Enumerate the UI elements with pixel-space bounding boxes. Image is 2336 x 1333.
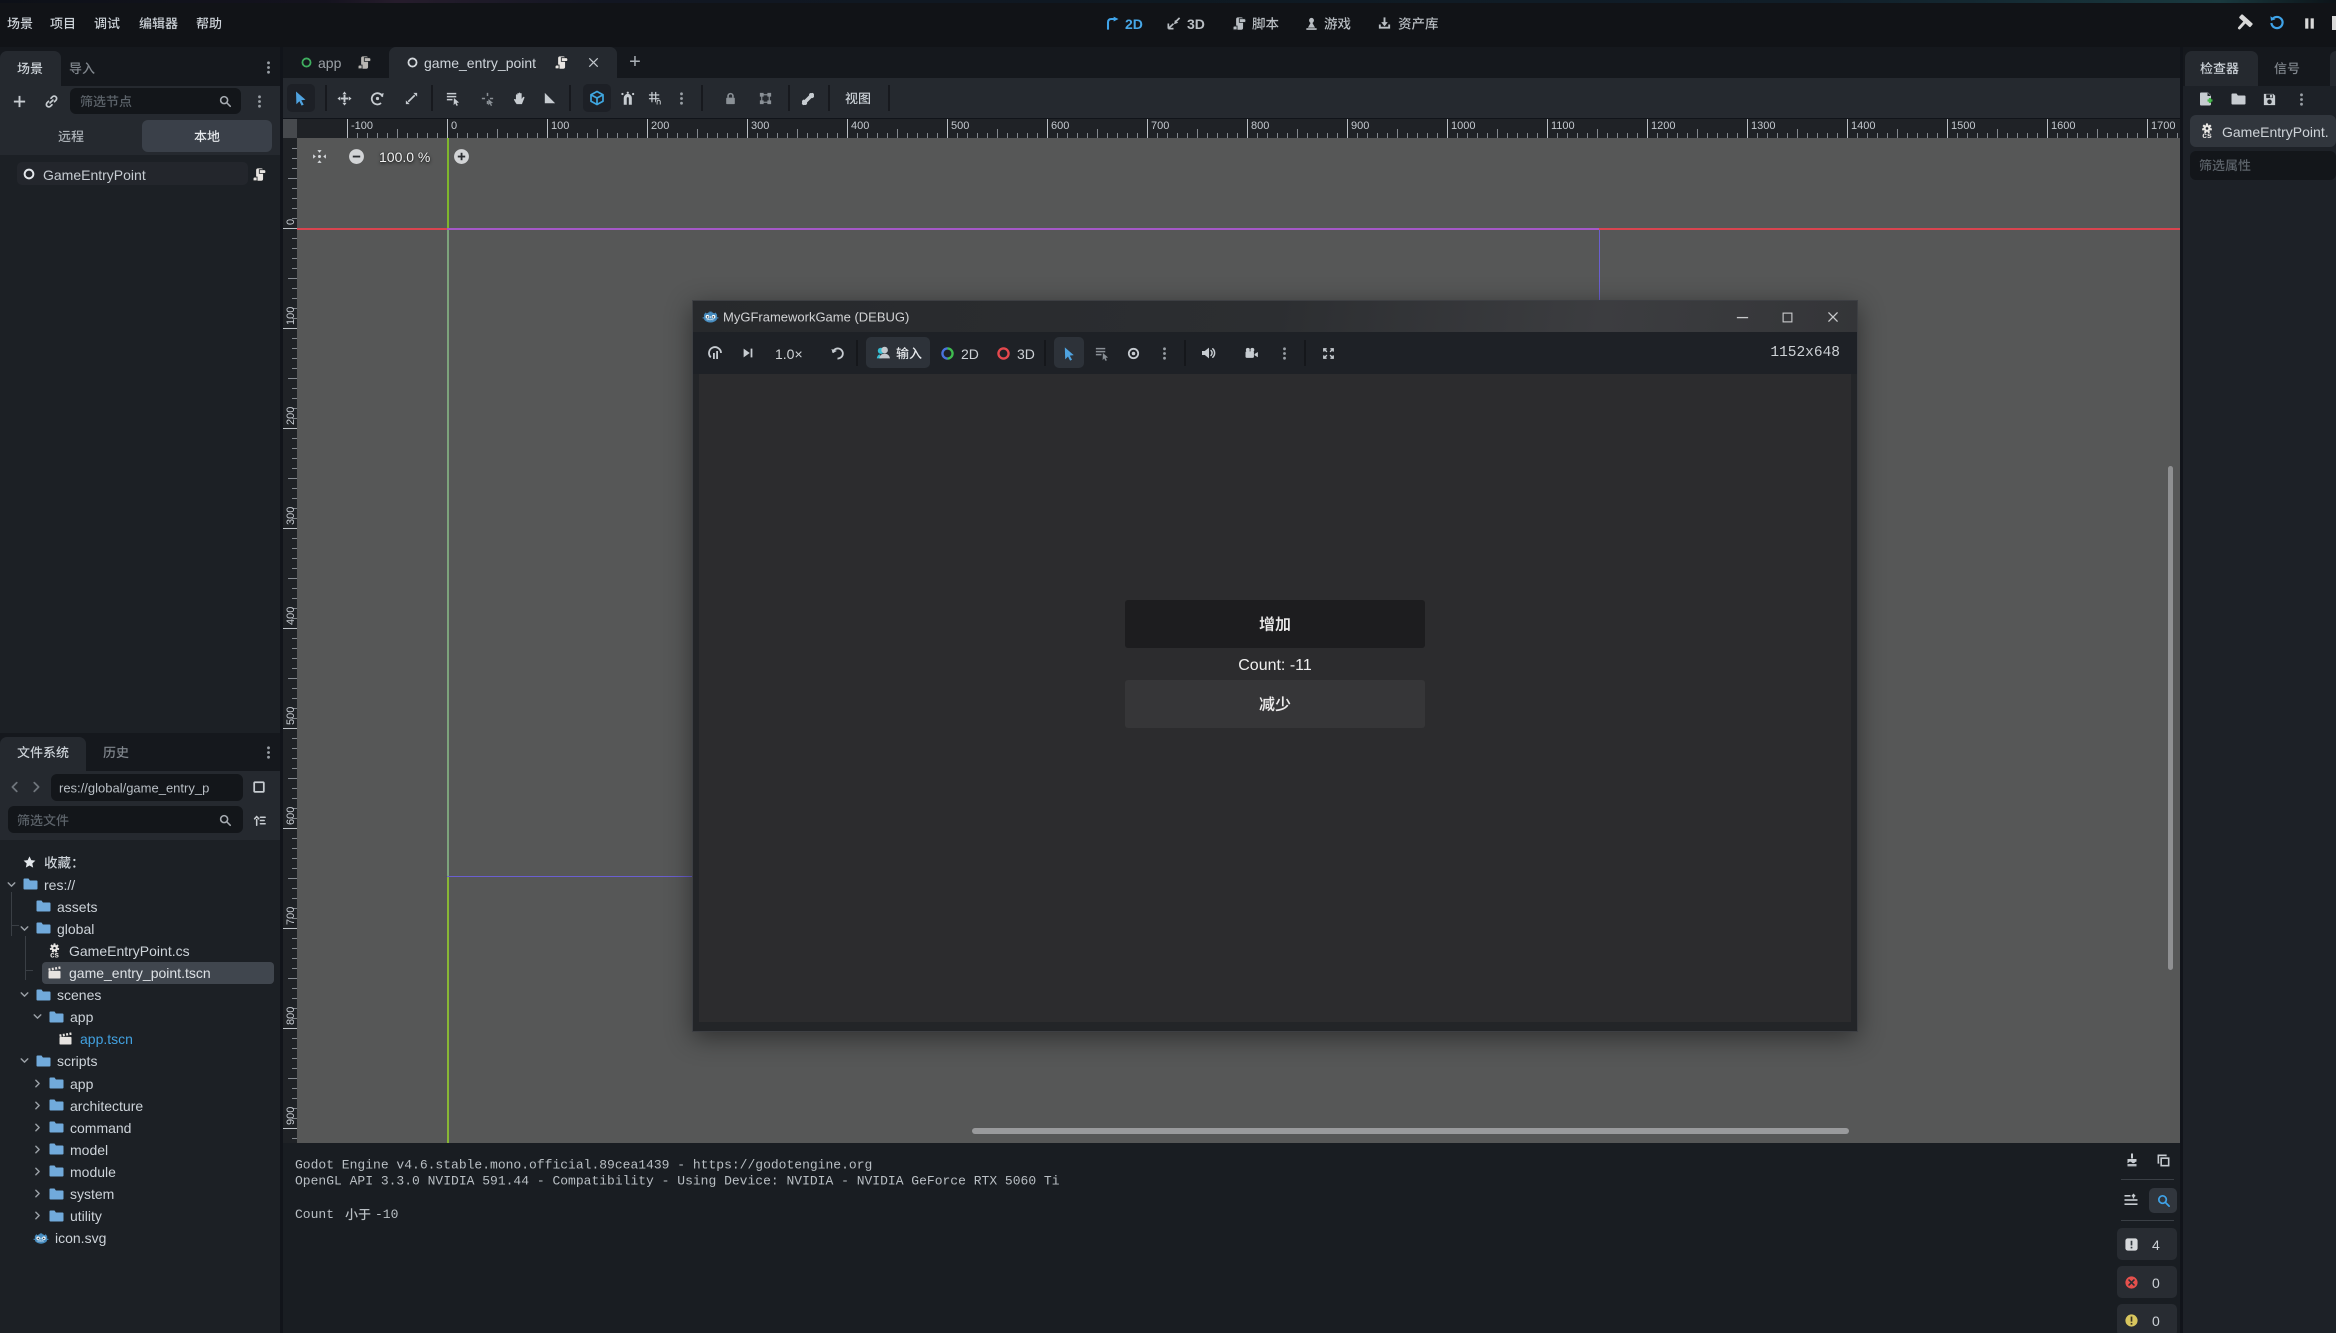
svg-text:cs: cs bbox=[2202, 130, 2212, 139]
svg-text:cs: cs bbox=[50, 950, 59, 958]
